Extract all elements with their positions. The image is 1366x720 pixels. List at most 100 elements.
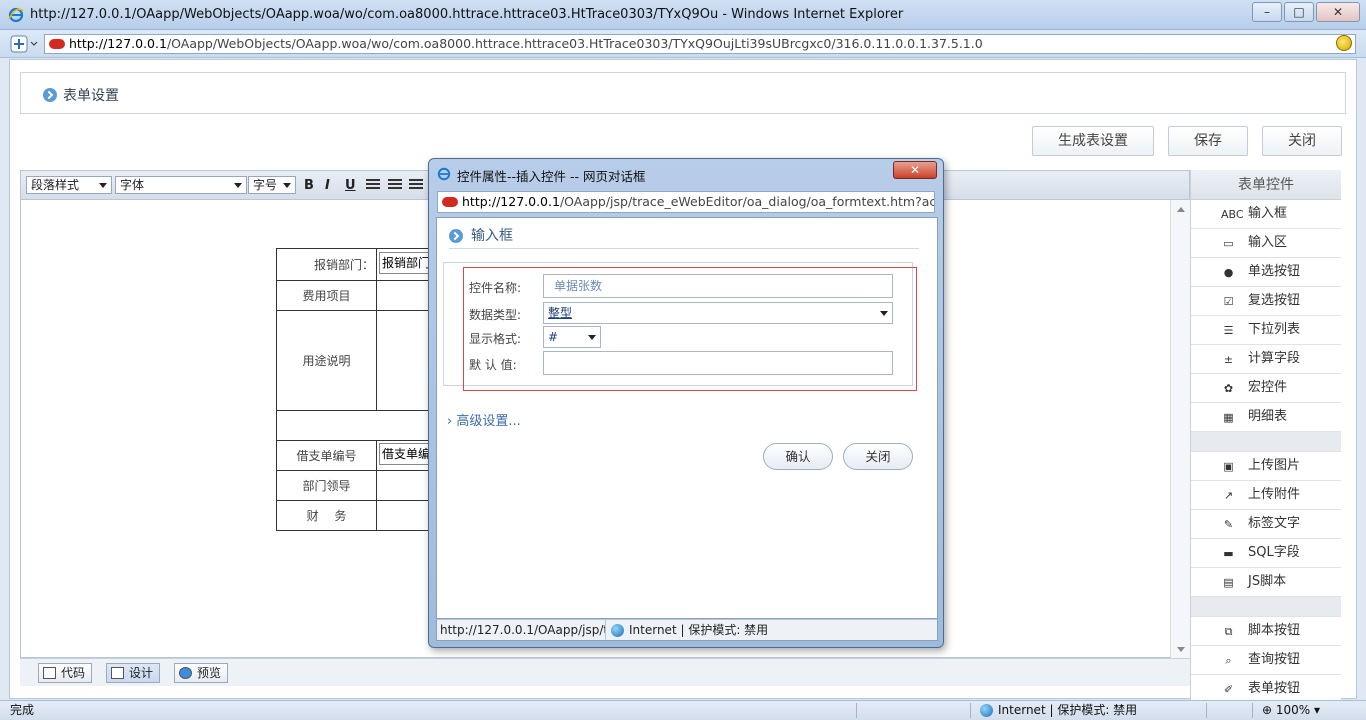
palette-item-icon: ✎ <box>1223 518 1234 531</box>
preview-icon <box>179 667 192 679</box>
editor-scrollbar[interactable] <box>1170 200 1190 658</box>
page-header: 表单设置 <box>20 72 1346 114</box>
dialog-body: 输入框 控件名称: 单据张数 数据类型: 整型 显示格式: # 默 认 值: ›… <box>436 217 938 619</box>
palette-item-icon: ↗ <box>1223 489 1234 502</box>
design-mode-button[interactable]: 设计 <box>106 663 161 683</box>
zoom-icon: ⊕ <box>1262 703 1276 717</box>
chevron-circle-icon <box>43 88 57 102</box>
section-title: 输入框 <box>471 228 513 244</box>
control-properties-dialog: 控件属性--插入控件 -- 网页对话框 ✕ http://127.0.0.1/O… <box>428 158 944 648</box>
expense-item-label: 费用项目 <box>276 280 377 311</box>
align-left-icon[interactable] <box>366 179 380 191</box>
palette-item[interactable]: ✐ 表单按钮 <box>1191 675 1341 700</box>
palette-item-label: 表单按钮 <box>1248 681 1301 696</box>
security-warning-icon <box>49 39 65 49</box>
url-path: /OAapp/WebObjects/OAapp.woa/wo/com.oa800… <box>166 36 983 51</box>
palette-item[interactable]: ↗ 上传附件 <box>1191 481 1341 510</box>
ie-logo-icon <box>437 167 451 181</box>
palette-title: 表单控件 <box>1191 170 1341 200</box>
advanced-settings-link[interactable]: › 高级设置... <box>447 410 521 429</box>
maximize-button[interactable]: □ <box>1284 2 1314 22</box>
palette-item-icon: ABC <box>1221 208 1244 221</box>
chevron-down-icon <box>588 335 596 340</box>
palette-item-label: 上传附件 <box>1248 487 1301 502</box>
palette-item-icon: ▬ <box>1223 547 1234 560</box>
palette-item-label: 宏控件 <box>1248 380 1288 395</box>
palette-item-icon: ✐ <box>1223 683 1234 696</box>
palette-item[interactable]: ABC 输入框 <box>1191 200 1341 229</box>
palette-item[interactable]: ▬ SQL字段 <box>1191 539 1341 568</box>
palette-item[interactable]: ⧉ 脚本按钮 <box>1191 617 1341 646</box>
scroll-down-icon[interactable] <box>1177 647 1185 652</box>
palette-item[interactable]: ± 计算字段 <box>1191 345 1341 374</box>
palette-item[interactable]: ✎ 标签文字 <box>1191 510 1341 539</box>
security-warning-icon <box>442 197 458 207</box>
palette-item-label: JS脚本 <box>1248 574 1287 589</box>
palette-item[interactable]: ✿ 宏控件 <box>1191 374 1341 403</box>
palette-item-icon: ± <box>1223 353 1234 366</box>
close-window-button[interactable]: ✕ <box>1316 2 1360 22</box>
zoom-control[interactable]: ⊕ 100% ▾ <box>1262 701 1320 720</box>
palette-item-label: 下拉列表 <box>1248 322 1301 337</box>
ie-logo-icon <box>8 7 24 23</box>
palette-item-label: 查询按钮 <box>1248 652 1301 667</box>
nav-back-icon[interactable] <box>10 35 40 53</box>
loan-no-label: 借支单编号 <box>276 440 377 471</box>
dialog-cancel-button[interactable]: 关闭 <box>843 443 913 470</box>
font-select[interactable]: 字体 <box>115 176 247 194</box>
data-type-label: 数据类型: <box>469 308 522 322</box>
palette-item-icon: ▤ <box>1223 576 1234 589</box>
generate-table-button[interactable]: 生成表设置 <box>1032 126 1154 156</box>
align-right-icon[interactable] <box>409 179 423 191</box>
default-value-label: 默 认 值: <box>469 358 517 372</box>
globe-icon <box>611 624 624 637</box>
code-mode-button[interactable]: 代码 <box>38 663 93 683</box>
palette-item-icon: ☑ <box>1223 295 1234 308</box>
palette-item[interactable]: ▣ 上传图片 <box>1191 452 1341 481</box>
dept-leader-label: 部门领导 <box>276 470 377 501</box>
palette-item[interactable]: ● 单选按钮 <box>1191 258 1341 287</box>
dialog-url: http://127.0.0.1/OAapp/jsp/trace_eWebEdi… <box>437 191 935 213</box>
control-name-input[interactable]: 单据张数 <box>543 274 893 298</box>
bold-button[interactable]: B <box>304 178 314 193</box>
palette-item[interactable]: ▤ JS脚本 <box>1191 568 1341 597</box>
finance-label: 财 务 <box>276 500 377 531</box>
palette-item[interactable]: ☑ 复选按钮 <box>1191 287 1341 316</box>
palette-item[interactable]: ☰ 下拉列表 <box>1191 316 1341 345</box>
align-center-icon[interactable] <box>388 179 402 191</box>
default-value-input[interactable] <box>543 351 893 375</box>
font-size-select[interactable]: 字号 <box>248 176 296 194</box>
italic-button[interactable]: I <box>325 178 330 193</box>
scroll-up-icon[interactable] <box>1177 207 1185 212</box>
browser-statusbar: 完成 Internet | 保护模式: 禁用 ⊕ 100% ▾ <box>0 700 1366 720</box>
url-input[interactable]: http://127.0.0.1/OAapp/WebObjects/OAapp.… <box>44 34 1356 54</box>
compat-view-icon[interactable] <box>1336 35 1352 51</box>
palette-item-icon: ▣ <box>1223 460 1234 473</box>
section-header: 输入框 <box>449 225 919 249</box>
status-text: 完成 <box>10 703 35 717</box>
display-format-select[interactable]: # <box>543 326 601 348</box>
controls-palette: 表单控件 ABC 输入框 ▭ 输入区 ● 单选按钮 ☑ 复选按钮 ☰ 下拉列表 ± 计算字段 ✿ 宏控件 ▦… <box>1190 170 1341 700</box>
palette-item[interactable]: ▦ 明细表 <box>1191 403 1341 432</box>
palette-item[interactable]: ⌕ 查询按钮 <box>1191 646 1341 675</box>
paragraph-style-select[interactable]: 段落样式 <box>26 176 112 194</box>
close-button[interactable]: 关闭 <box>1262 126 1342 156</box>
dept-label: 报销部门： <box>276 248 377 281</box>
palette-item-label: 脚本按钮 <box>1248 623 1301 638</box>
palette-item-label: 计算字段 <box>1248 351 1301 366</box>
minimize-button[interactable]: – <box>1252 2 1282 22</box>
control-name-label: 控件名称: <box>469 281 522 295</box>
palette-item-icon: ⌕ <box>1225 654 1232 667</box>
save-button[interactable]: 保存 <box>1168 126 1248 156</box>
chevron-circle-icon <box>449 229 463 243</box>
preview-mode-button[interactable]: 预览 <box>174 663 229 683</box>
underline-button[interactable]: U <box>345 178 356 193</box>
confirm-button[interactable]: 确认 <box>763 443 833 470</box>
palette-item[interactable]: ▭ 输入区 <box>1191 229 1341 258</box>
palette-item-label: 明细表 <box>1248 409 1288 424</box>
window-title: http://127.0.0.1/OAapp/WebObjects/OAapp.… <box>30 7 904 22</box>
data-type-select[interactable]: 整型 <box>543 302 893 324</box>
status-zone: Internet | 保护模式: 禁用 <box>998 703 1138 717</box>
palette-item-label: 复选按钮 <box>1248 293 1301 308</box>
dialog-close-button[interactable]: ✕ <box>893 161 937 179</box>
